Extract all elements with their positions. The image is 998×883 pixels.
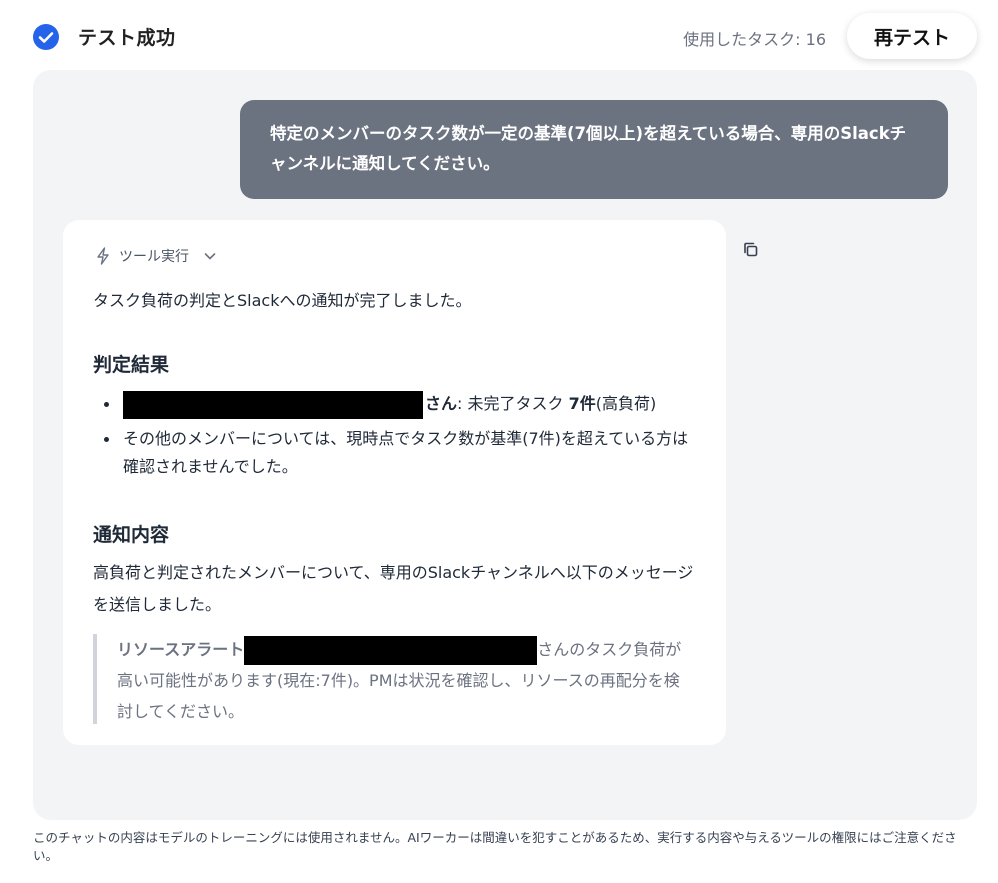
ai-message-card: ツール実行 タスク負荷の判定とSlackへの通知が完了しました。 判定結果 さん… (63, 220, 726, 745)
user-message: 特定のメンバーのタスク数が一定の基準(7個以上)を超えている場合、専用のSlac… (240, 100, 948, 199)
notify-heading: 通知内容 (93, 524, 170, 546)
bolt-icon (97, 247, 109, 265)
result-list: さん: 未完了タスク 7件(高負荷) その他のメンバーについては、現時点でタスク… (93, 390, 703, 487)
other-members-text: その他のメンバーについては、現時点でタスク数が基準(7件)を超えている方は確認さ… (123, 428, 689, 476)
ai-intro-text: タスク負荷の判定とSlackへの通知が完了しました。 (93, 291, 472, 310)
notify-text: 高負荷と判定されたメンバーについて、専用のSlackチャンネルへ以下のメッセージ… (93, 563, 694, 614)
tool-execution-label: ツール実行 (119, 249, 189, 265)
chevron-down-icon (204, 253, 216, 260)
redacted-name (244, 636, 538, 665)
tool-execution-toggle[interactable]: ツール実行 (95, 245, 217, 267)
redacted-name (123, 390, 423, 419)
result-heading: 判定結果 (93, 354, 170, 376)
task-status-text: : 未完了タスク (457, 394, 569, 413)
header: テスト成功 使用したタスク: 16 再テスト (0, 0, 998, 70)
copy-icon[interactable] (741, 240, 761, 260)
disclaimer-footer: このチャットの内容はモデルのトレーニングには使用されません。AIワーカーは間違い… (33, 830, 957, 863)
page-title: テスト成功 (78, 27, 176, 49)
member-suffix: さん (425, 394, 458, 413)
alert-prefix: リソースアラート (117, 640, 245, 659)
tasks-used-count: 使用したタスク: 16 (683, 30, 826, 49)
task-count: 7件 (568, 394, 596, 413)
load-label: (高負荷) (595, 394, 657, 413)
check-circle-icon (33, 24, 59, 50)
list-item: その他のメンバーについては、現時点でタスク数が基準(7件)を超えている方は確認さ… (93, 425, 703, 481)
slack-message-quote: リソースアラート さんのタスク負荷が高い可能性があります(現在:7件)。PMは状況… (93, 634, 693, 724)
list-item: さん: 未完了タスク 7件(高負荷) (93, 390, 703, 419)
chat-area: 特定のメンバーのタスク数が一定の基準(7個以上)を超えている場合、専用のSlac… (33, 70, 977, 820)
retest-button[interactable]: 再テスト (847, 13, 977, 59)
